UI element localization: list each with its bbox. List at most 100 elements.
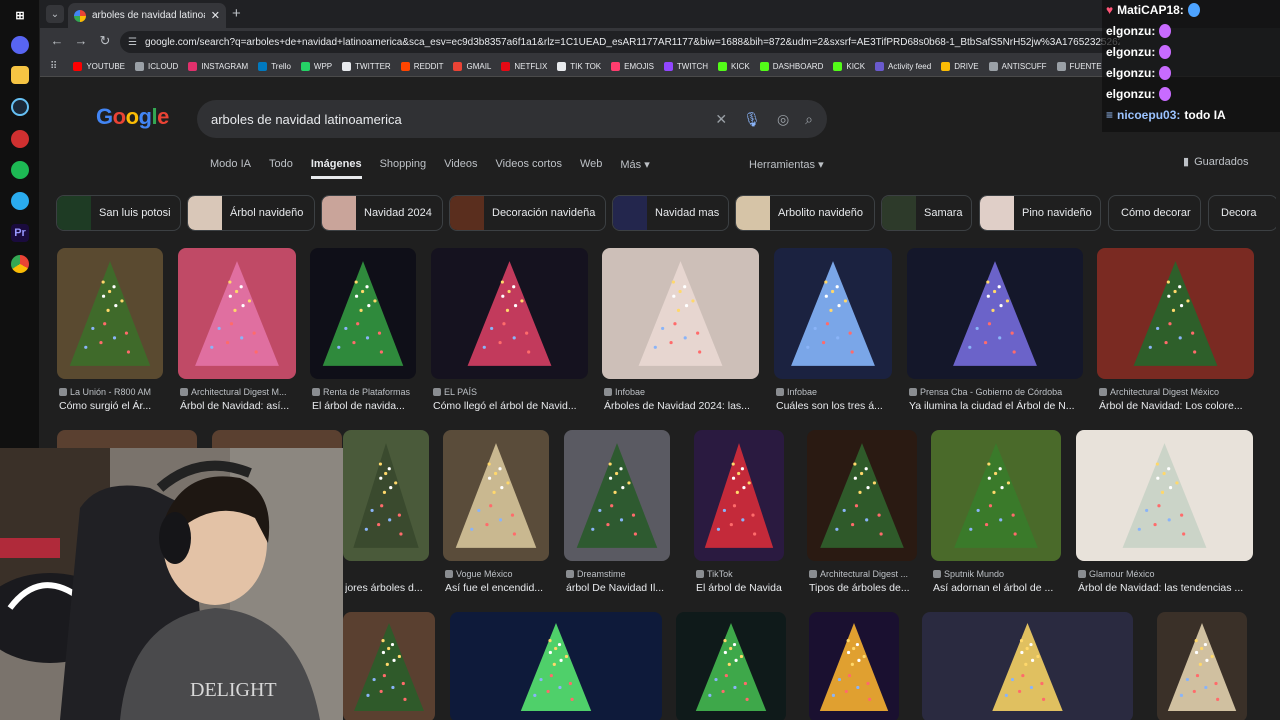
bookmark-item[interactable]: ICLOUD bbox=[135, 61, 178, 71]
reload-icon[interactable]: ↻ bbox=[96, 33, 114, 49]
source-label[interactable]: Sputnik Mundo bbox=[933, 569, 1059, 579]
apps-grid-icon[interactable]: ⠿ bbox=[50, 61, 57, 72]
source-label[interactable]: Infobae bbox=[776, 387, 890, 397]
files-icon[interactable] bbox=[11, 66, 29, 84]
image-result[interactable]: Dreamstime árbol De Navidad Il... bbox=[564, 430, 670, 599]
image-result[interactable] bbox=[343, 612, 435, 720]
image-thumbnail[interactable] bbox=[807, 430, 917, 561]
image-thumbnail[interactable] bbox=[443, 430, 549, 561]
image-caption[interactable]: El árbol de navida... bbox=[312, 400, 414, 412]
image-result[interactable]: Glamour México Árbol de Navidad: las tend… bbox=[1076, 430, 1253, 599]
image-thumbnail[interactable] bbox=[343, 430, 429, 561]
clear-icon[interactable]: ✕ bbox=[715, 111, 727, 128]
chip-2[interactable]: Navidad 2024 bbox=[321, 195, 443, 231]
source-label[interactable]: Architectural Digest M... bbox=[180, 387, 294, 397]
image-thumbnail[interactable] bbox=[774, 248, 892, 379]
image-thumbnail[interactable] bbox=[676, 612, 786, 720]
chrome-icon[interactable] bbox=[11, 255, 29, 273]
source-label[interactable]: Renta de Plataformas bbox=[312, 387, 414, 397]
source-label[interactable]: Prensa Cba - Gobierno de Córdoba bbox=[909, 387, 1081, 397]
image-caption[interactable]: Así adornan el árbol de ... bbox=[933, 582, 1059, 594]
image-result[interactable]: Architectural Digest México Árbol de Navi… bbox=[1097, 248, 1254, 417]
tab-2[interactable]: Imágenes bbox=[310, 158, 362, 179]
bookmark-item[interactable]: DASHBOARD bbox=[759, 61, 823, 71]
image-result[interactable]: Prensa Cba - Gobierno de Córdoba Ya ilumi… bbox=[907, 248, 1083, 417]
search-icon[interactable]: ⌕ bbox=[805, 111, 813, 128]
chip-3[interactable]: Decoración navideña bbox=[449, 195, 606, 231]
image-caption[interactable]: Así fue el encendid... bbox=[445, 582, 547, 594]
forward-icon[interactable]: → bbox=[72, 33, 90, 48]
bookmark-item[interactable]: INSTAGRAM bbox=[188, 61, 248, 71]
image-result[interactable] bbox=[450, 612, 662, 720]
back-icon[interactable]: ← bbox=[48, 33, 66, 48]
source-label[interactable]: EL PAÍS bbox=[433, 387, 586, 397]
bookmark-item[interactable]: GMAIL bbox=[453, 61, 491, 71]
source-label[interactable]: Vogue México bbox=[445, 569, 547, 579]
address-bar[interactable]: ☰ google.com/search?q=arboles+de+navidad… bbox=[120, 31, 1120, 53]
image-caption[interactable]: jores árboles d... bbox=[345, 582, 427, 594]
chip-8[interactable]: Cómo decorar bbox=[1108, 195, 1201, 231]
bookmark-item[interactable]: Trello bbox=[258, 61, 291, 71]
image-thumbnail[interactable] bbox=[1157, 612, 1247, 720]
chip-0[interactable]: San luis potosi bbox=[56, 195, 181, 231]
image-caption[interactable]: Árbol de Navidad: así... bbox=[180, 400, 294, 412]
site-info-icon[interactable]: ☰ bbox=[128, 37, 137, 48]
search-box[interactable]: arboles de navidad latinoamerica ✕ 🎙 ◎ ⌕ bbox=[197, 100, 827, 138]
image-result[interactable]: Infobae Cuáles son los tres á... bbox=[774, 248, 892, 417]
discord-icon[interactable] bbox=[11, 36, 29, 54]
tab-search-button[interactable]: ⌄ bbox=[46, 5, 64, 23]
image-result[interactable]: Vogue México Así fue el encendid... bbox=[443, 430, 549, 599]
image-result[interactable]: Sputnik Mundo Así adornan el árbol de ... bbox=[931, 430, 1061, 599]
image-thumbnail[interactable] bbox=[178, 248, 296, 379]
image-thumbnail[interactable] bbox=[1076, 430, 1253, 561]
image-thumbnail[interactable] bbox=[57, 248, 163, 379]
bookmark-item[interactable]: KICK bbox=[833, 61, 865, 71]
voice-search-icon[interactable]: 🎙 bbox=[743, 111, 761, 128]
image-result[interactable]: Architectural Digest M... Árbol de Navida… bbox=[178, 248, 296, 417]
image-thumbnail[interactable] bbox=[310, 248, 416, 379]
image-thumbnail[interactable] bbox=[564, 430, 670, 561]
bookmark-item[interactable]: KICK bbox=[718, 61, 750, 71]
saved-button[interactable]: ▮ Guardados bbox=[1183, 155, 1249, 169]
image-result[interactable]: Renta de Plataformas El árbol de navida..… bbox=[310, 248, 416, 417]
tools-button[interactable]: Herramientas ▾ bbox=[749, 158, 824, 171]
chip-6[interactable]: Samara bbox=[881, 195, 972, 231]
source-label[interactable]: Glamour México bbox=[1078, 569, 1251, 579]
bookmark-item[interactable]: ANTISCUFF bbox=[988, 61, 1047, 71]
source-label[interactable]: Architectural Digest México bbox=[1099, 387, 1252, 397]
image-result[interactable]: La Unión - R800 AM Cómo surgió el Ár... bbox=[57, 248, 163, 417]
image-caption[interactable]: Tipos de árboles de... bbox=[809, 582, 915, 594]
image-thumbnail[interactable] bbox=[931, 430, 1061, 561]
image-result[interactable] bbox=[676, 612, 786, 720]
tab-0[interactable]: Modo IA bbox=[210, 158, 251, 179]
bookmark-item[interactable]: YOUTUBE bbox=[73, 61, 125, 71]
tab-1[interactable]: Todo bbox=[269, 158, 293, 179]
source-label[interactable]: La Unión - R800 AM bbox=[59, 387, 161, 397]
bookmark-item[interactable]: EMOJIS bbox=[611, 61, 654, 71]
image-caption[interactable]: Árbol de Navidad: las tendencias ... bbox=[1078, 582, 1251, 594]
image-caption[interactable]: Árboles de Navidad 2024: las... bbox=[604, 400, 757, 412]
image-caption[interactable]: Ya ilumina la ciudad el Árbol de N... bbox=[909, 400, 1081, 412]
tab-7[interactable]: Más ▾ bbox=[620, 158, 649, 179]
chip-7[interactable]: Pino navideño bbox=[979, 195, 1101, 231]
image-result[interactable] bbox=[922, 612, 1133, 720]
image-caption[interactable]: árbol De Navidad Il... bbox=[566, 582, 668, 594]
app-icon[interactable] bbox=[11, 130, 29, 148]
bookmark-item[interactable]: FUENTE bbox=[1056, 61, 1102, 71]
close-tab-icon[interactable]: ✕ bbox=[211, 9, 220, 22]
image-result[interactable]: Infobae Árboles de Navidad 2024: las... bbox=[602, 248, 759, 417]
chip-9[interactable]: Decora bbox=[1208, 195, 1276, 231]
tab-6[interactable]: Web bbox=[580, 158, 602, 179]
image-result[interactable] bbox=[57, 430, 197, 450]
image-caption[interactable]: El árbol de Navida... bbox=[696, 582, 782, 594]
chip-1[interactable]: Árbol navideño bbox=[187, 195, 315, 231]
search-query[interactable]: arboles de navidad latinoamerica bbox=[211, 112, 699, 127]
image-result[interactable]: jores árboles d... bbox=[343, 430, 429, 599]
image-caption[interactable]: Cómo llegó el árbol de Navid... bbox=[433, 400, 586, 412]
tab-5[interactable]: Videos cortos bbox=[496, 158, 562, 179]
image-thumbnail[interactable] bbox=[602, 248, 759, 379]
spotify-icon[interactable] bbox=[11, 161, 29, 179]
source-label[interactable]: Infobae bbox=[604, 387, 757, 397]
image-thumbnail[interactable] bbox=[431, 248, 588, 379]
image-caption[interactable]: Cuáles son los tres á... bbox=[776, 400, 890, 412]
